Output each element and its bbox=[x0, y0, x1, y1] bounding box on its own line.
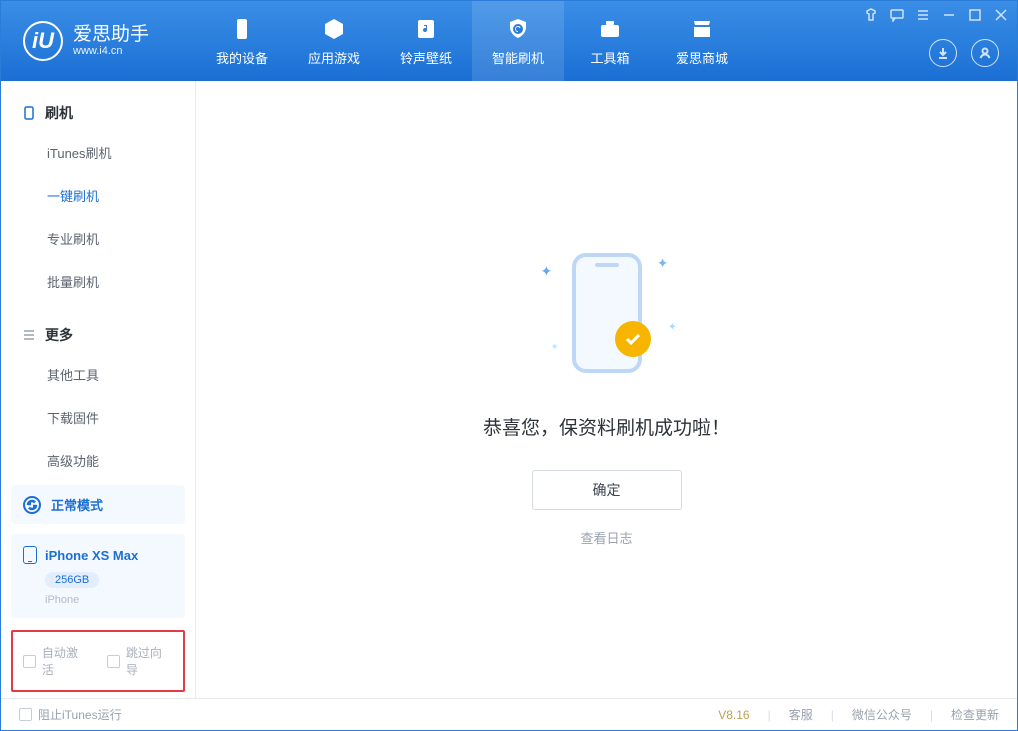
sidebar-section-more: 更多 其他工具 下载固件 高级功能 bbox=[1, 303, 195, 482]
sidebar-item-advanced[interactable]: 高级功能 bbox=[47, 439, 195, 482]
version-label: V8.16 bbox=[718, 708, 749, 722]
store-icon bbox=[689, 16, 715, 42]
support-link[interactable]: 客服 bbox=[789, 706, 813, 723]
status-bar: 阻止iTunes运行 V8.16 | 客服 | 微信公众号 | 检查更新 bbox=[1, 698, 1017, 730]
main-nav: 我的设备 应用游戏 铃声壁纸 智能刷机 工具箱 爱思商城 bbox=[196, 1, 748, 81]
check-update-link[interactable]: 检查更新 bbox=[951, 706, 999, 723]
mode-label: 正常模式 bbox=[51, 495, 103, 514]
user-button[interactable] bbox=[971, 39, 999, 67]
checkbox-label: 跳过向导 bbox=[126, 644, 173, 678]
sidebar-header-label: 更多 bbox=[45, 325, 73, 345]
sidebar-item-oneclick-flash[interactable]: 一键刷机 bbox=[47, 174, 195, 217]
app-name: 爱思助手 bbox=[73, 25, 149, 46]
nav-label: 爱思商城 bbox=[676, 48, 728, 67]
sidebar-item-download-firmware[interactable]: 下载固件 bbox=[47, 396, 195, 439]
footer-right: V8.16 | 客服 | 微信公众号 | 检查更新 bbox=[718, 706, 999, 723]
app-header: iU 爱思助手 www.i4.cn 我的设备 应用游戏 铃声壁纸 智能刷机 工具… bbox=[1, 1, 1017, 81]
device-card[interactable]: iPhone XS Max 256GB iPhone bbox=[11, 534, 185, 618]
sidebar-header-more[interactable]: 更多 bbox=[1, 317, 195, 353]
header-actions bbox=[929, 39, 999, 67]
device-name: iPhone XS Max bbox=[45, 548, 138, 563]
nav-label: 应用游戏 bbox=[308, 48, 360, 67]
phone-icon bbox=[229, 16, 255, 42]
device-type: iPhone bbox=[45, 594, 173, 606]
view-log-link[interactable]: 查看日志 bbox=[580, 528, 632, 547]
nav-label: 智能刷机 bbox=[492, 48, 544, 67]
feedback-icon[interactable] bbox=[889, 7, 905, 23]
sidebar-item-pro-flash[interactable]: 专业刷机 bbox=[47, 217, 195, 260]
sidebar-item-other-tools[interactable]: 其他工具 bbox=[47, 353, 195, 396]
mode-card[interactable]: 正常模式 bbox=[11, 485, 185, 524]
sidebar-item-itunes-flash[interactable]: iTunes刷机 bbox=[47, 131, 195, 174]
app-url: www.i4.cn bbox=[73, 45, 149, 57]
logo-icon: iU bbox=[23, 21, 63, 61]
device-icon bbox=[21, 105, 37, 121]
logo-area[interactable]: iU 爱思助手 www.i4.cn bbox=[1, 21, 196, 61]
sidebar-header-flash[interactable]: 刷机 bbox=[1, 95, 195, 131]
window-controls bbox=[863, 7, 1009, 23]
close-icon[interactable] bbox=[993, 7, 1009, 23]
nav-my-device[interactable]: 我的设备 bbox=[196, 1, 288, 81]
ok-button[interactable]: 确定 bbox=[532, 470, 682, 510]
logo-text: 爱思助手 www.i4.cn bbox=[73, 25, 149, 58]
success-illustration: ✦ ✦ ✦ ✦ bbox=[527, 233, 687, 393]
list-icon bbox=[21, 327, 37, 343]
nav-label: 工具箱 bbox=[590, 48, 629, 67]
nav-label: 铃声壁纸 bbox=[400, 48, 452, 67]
toolbox-icon bbox=[597, 16, 623, 42]
maximize-icon[interactable] bbox=[967, 7, 983, 23]
download-button[interactable] bbox=[929, 39, 957, 67]
checkbox-auto-activate[interactable]: 自动激活 bbox=[23, 644, 89, 678]
sparkle-icon: ✦ bbox=[657, 255, 669, 272]
checkbox-icon bbox=[19, 708, 32, 721]
checkbox-block-itunes[interactable]: 阻止iTunes运行 bbox=[19, 706, 122, 723]
checkbox-skip-guide[interactable]: 跳过向导 bbox=[107, 644, 173, 678]
nav-ringtones[interactable]: 铃声壁纸 bbox=[380, 1, 472, 81]
menu-icon[interactable] bbox=[915, 7, 931, 23]
sparkle-icon: ✦ bbox=[551, 342, 559, 353]
device-storage: 256GB bbox=[45, 572, 99, 588]
nav-toolbox[interactable]: 工具箱 bbox=[564, 1, 656, 81]
sidebar: 刷机 iTunes刷机 一键刷机 专业刷机 批量刷机 更多 其他工具 下载固件 … bbox=[1, 81, 196, 698]
nav-apps-games[interactable]: 应用游戏 bbox=[288, 1, 380, 81]
checkbox-icon bbox=[23, 655, 36, 668]
success-title: 恭喜您，保资料刷机成功啦！ bbox=[483, 413, 730, 440]
nav-label: 我的设备 bbox=[216, 48, 268, 67]
main-content: ✦ ✦ ✦ ✦ 恭喜您，保资料刷机成功啦！ 确定 查看日志 bbox=[196, 81, 1017, 698]
nav-smart-flash[interactable]: 智能刷机 bbox=[472, 1, 564, 81]
app-body: 刷机 iTunes刷机 一键刷机 专业刷机 批量刷机 更多 其他工具 下载固件 … bbox=[1, 81, 1017, 698]
checkbox-label: 阻止iTunes运行 bbox=[38, 706, 122, 723]
options-highlight-box: 自动激活 跳过向导 bbox=[11, 630, 185, 692]
cube-icon bbox=[321, 16, 347, 42]
sync-icon bbox=[23, 496, 41, 514]
sidebar-item-batch-flash[interactable]: 批量刷机 bbox=[47, 260, 195, 303]
sparkle-icon: ✦ bbox=[541, 263, 553, 280]
music-note-icon bbox=[413, 16, 439, 42]
skin-icon[interactable] bbox=[863, 7, 879, 23]
phone-small-icon bbox=[23, 546, 37, 564]
checkmark-badge-icon bbox=[615, 321, 651, 357]
checkbox-label: 自动激活 bbox=[42, 644, 89, 678]
checkbox-icon bbox=[107, 655, 120, 668]
sidebar-header-label: 刷机 bbox=[45, 103, 73, 123]
shield-refresh-icon bbox=[505, 16, 531, 42]
sparkle-icon: ✦ bbox=[668, 322, 676, 333]
wechat-link[interactable]: 微信公众号 bbox=[852, 706, 912, 723]
sidebar-bottom: 正常模式 iPhone XS Max 256GB iPhone 自动激活 跳过向… bbox=[11, 485, 185, 698]
nav-store[interactable]: 爱思商城 bbox=[656, 1, 748, 81]
sidebar-section-flash: 刷机 iTunes刷机 一键刷机 专业刷机 批量刷机 bbox=[1, 81, 195, 303]
minimize-icon[interactable] bbox=[941, 7, 957, 23]
